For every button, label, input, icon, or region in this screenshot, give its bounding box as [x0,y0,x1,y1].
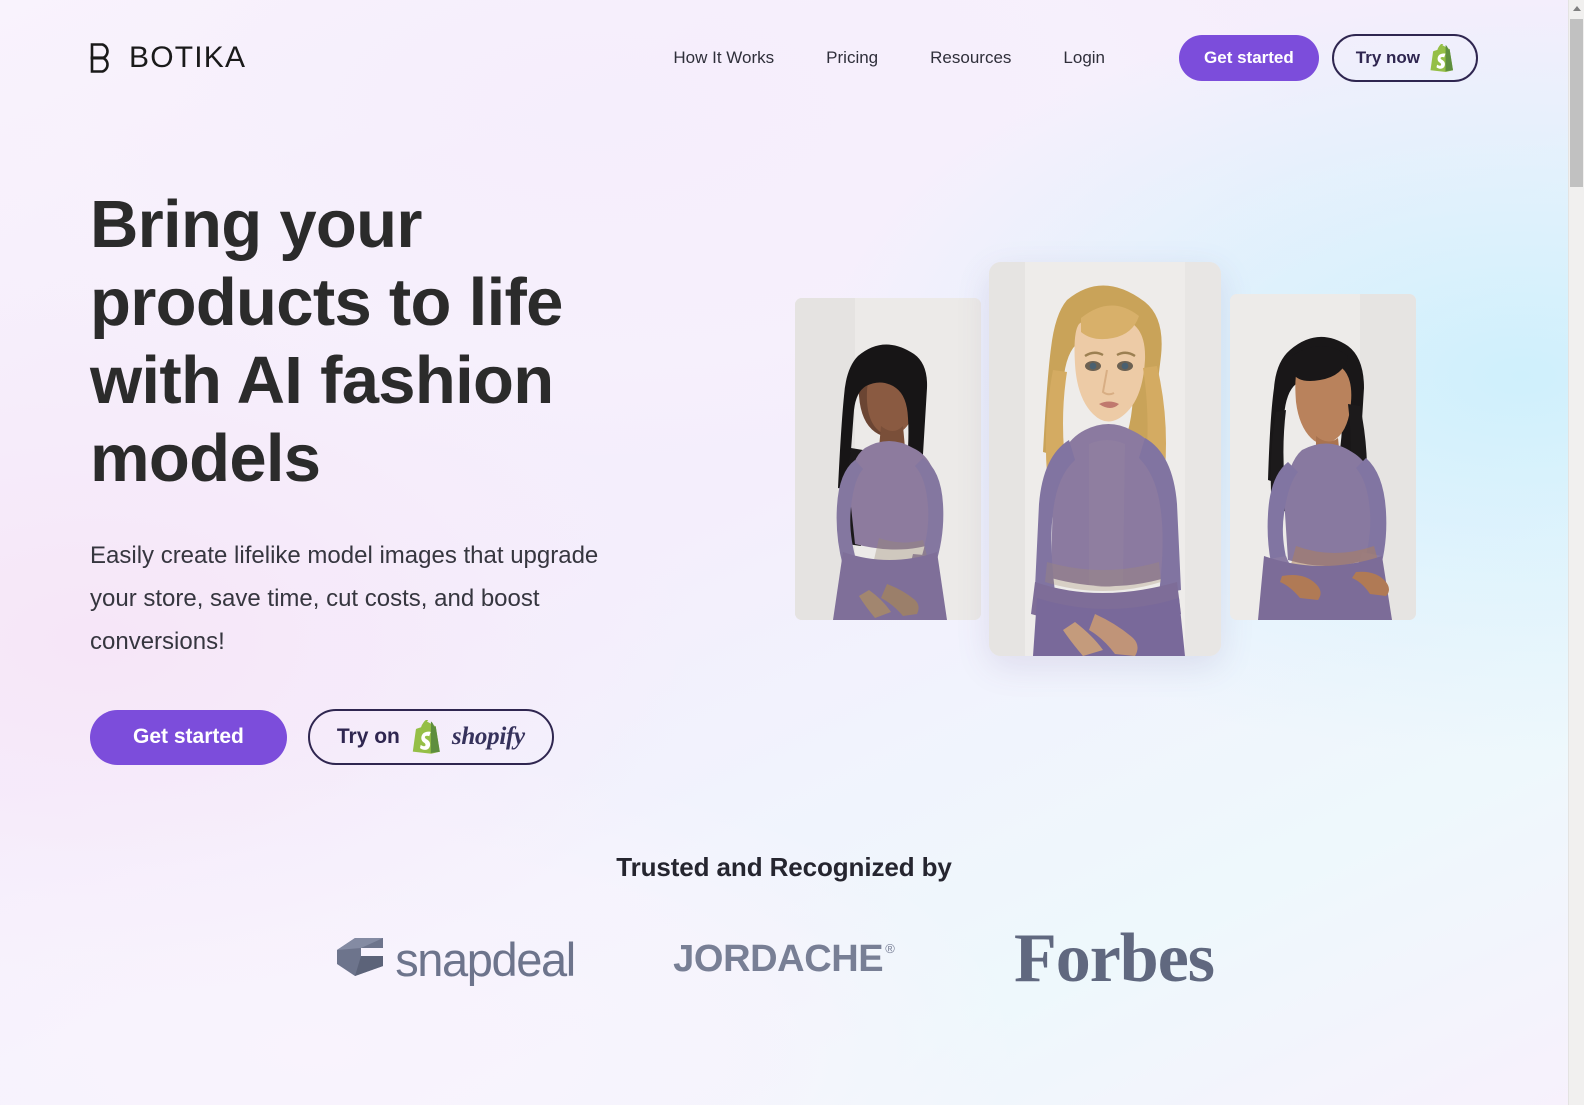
jordache-wordmark: JORDACHE [673,938,884,980]
brand-name: BOTIKA [129,41,247,74]
browser-viewport: BOTIKA How It Works Pricing Resources Lo… [0,0,1584,1105]
nav-item-how-it-works[interactable]: How It Works [673,40,774,76]
hero-section: Bring your products to life with AI fash… [90,186,700,765]
hero-try-on-shopify-button[interactable]: Try on shopify [307,709,554,765]
nav-item-resources[interactable]: Resources [930,40,1011,76]
jordache-trademark-icon: ® [885,941,895,956]
partner-logo-forbes: Forbes [949,919,1279,999]
hero-image-gallery [786,258,1426,658]
hero-model-image-right [1230,294,1416,620]
header-try-now-button[interactable]: Try now [1331,34,1478,82]
primary-navigation: How It Works Pricing Resources Login Get… [673,34,1478,82]
shopify-wordmark: shopify [451,723,525,750]
shopify-bag-icon [1429,44,1454,72]
partner-logo-row: snapdeal JORDACHE ® Forbes [0,919,1568,999]
scrollbar-thumb[interactable] [1570,19,1583,187]
snapdeal-wordmark: snapdeal [395,932,576,986]
hero-model-image-center [989,262,1221,656]
page-content: BOTIKA How It Works Pricing Resources Lo… [0,0,1568,1105]
page-scrollbar[interactable] [1568,0,1584,1105]
header-get-started-button[interactable]: Get started [1179,35,1319,81]
scroll-up-arrow-icon[interactable] [1569,0,1584,17]
hero-subtitle: Easily create lifelike model images that… [90,542,599,655]
nav-item-login[interactable]: Login [1063,40,1105,76]
brand-logo[interactable]: BOTIKA [90,43,246,73]
hero-try-on-label: Try on [336,725,400,748]
forbes-wordmark: Forbes [1013,920,1215,997]
hero-model-image-left [795,298,981,620]
nav-item-pricing[interactable]: Pricing [826,40,878,76]
hero-get-started-button[interactable]: Get started [90,709,287,765]
hero-title: Bring your products to life with AI fash… [90,187,563,496]
snapdeal-box-icon [333,932,387,987]
header-try-now-label: Try now [1355,48,1420,67]
partner-logo-snapdeal: snapdeal [289,919,619,999]
trusted-by-title: Trusted and Recognized by [616,852,952,882]
shopify-bag-icon [411,720,441,754]
hero-actions: Get started Try on shopify [90,709,700,765]
partner-logo-jordache: JORDACHE ® [619,919,949,999]
site-header: BOTIKA How It Works Pricing Resources Lo… [0,0,1568,116]
botika-b-mark-icon [90,43,118,73]
trusted-by-section: Trusted and Recognized by snapdeal JORDA… [0,852,1568,999]
